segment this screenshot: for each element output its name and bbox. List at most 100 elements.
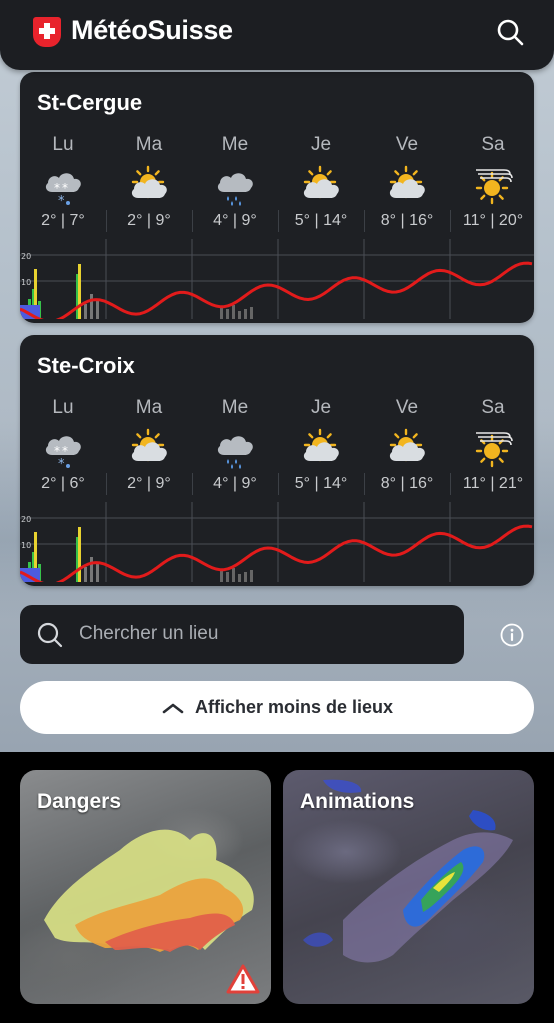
sun-wind-icon [470, 162, 516, 208]
day-temperature: 5° | 14° [294, 475, 348, 492]
app-header: MétéoSuisse [0, 0, 554, 70]
day-name: Me [221, 397, 249, 418]
day-temperature: 2° | 7° [41, 212, 85, 229]
precipitation-bar [238, 311, 241, 319]
svg-text:*: * [54, 444, 60, 458]
day-label: Ve [364, 134, 450, 156]
location-card[interactable]: St-Cergue Lu * * * 2° | 7° Ma 2° | 9° Me 4° | 9°… [20, 72, 534, 323]
dangers-title: Dangers [37, 790, 122, 813]
day-temperature: 2° | 6° [41, 475, 85, 492]
chart-y-tick: 10 [21, 278, 31, 287]
precipitation-bar [226, 309, 229, 319]
day-divider [106, 210, 107, 232]
day-name: Ma [135, 134, 163, 155]
day-name: Lu [52, 397, 74, 418]
show-fewer-locations-button[interactable]: Afficher moins de lieux [20, 681, 534, 734]
location-name: St-Cergue [37, 90, 143, 115]
day-name: Je [310, 134, 332, 155]
animations-tile[interactable]: Animations [283, 770, 534, 1004]
precipitation-bar [220, 307, 223, 319]
show-fewer-label: Afficher moins de lieux [194, 697, 394, 717]
day-temperature: 11° | 20° [462, 212, 524, 229]
day-temperature: 2° | 9° [127, 212, 171, 229]
precipitation-bar [244, 572, 247, 582]
snow-cloud-icon: * * * [40, 425, 86, 472]
precipitation-bar [90, 294, 93, 319]
search-icon [37, 622, 63, 648]
day-divider [364, 210, 365, 232]
chart-y-tick: 10 [21, 541, 31, 550]
day-temperature: 4° | 9° [213, 475, 257, 492]
precipitation-bar [96, 299, 99, 319]
swiss-flag-icon [33, 17, 61, 47]
app-title: MétéoSuisse [71, 15, 233, 45]
animations-title: Animations [300, 790, 415, 813]
svg-text:*: * [58, 194, 65, 208]
rain-cloud-icon [212, 162, 258, 208]
day-label: Ve [364, 397, 450, 419]
sun-cloud-icon [384, 425, 430, 471]
day-label: Lu [20, 397, 106, 419]
sun-cloud-icon [126, 425, 172, 471]
precipitation-bar [90, 557, 93, 582]
sun-cloud-icon [384, 162, 430, 208]
day-divider [192, 210, 193, 232]
day-label: Je [278, 134, 364, 156]
day-temperature: 11° | 21° [462, 475, 524, 492]
day-name: Sa [481, 397, 505, 418]
day-name: Me [221, 134, 249, 155]
day-name: Ma [135, 397, 163, 418]
rain-cloud-icon [212, 425, 258, 471]
forecast-chart: 2010 [20, 239, 534, 319]
precipitation-bar [244, 309, 247, 319]
day-label: Sa [450, 134, 534, 156]
day-name: Je [310, 397, 332, 418]
day-temperature: 2° | 9° [127, 475, 171, 492]
day-divider [364, 473, 365, 495]
snow-cloud-icon: * * * [40, 162, 86, 209]
chart-y-tick: 20 [21, 252, 31, 261]
location-name: Ste-Croix [37, 353, 135, 378]
day-name: Lu [52, 134, 74, 155]
day-label: Ma [106, 134, 192, 156]
precipitation-bar [232, 568, 235, 582]
precipitation-bar [78, 527, 81, 582]
day-name: Sa [481, 134, 505, 155]
day-name: Ve [395, 134, 419, 155]
dangers-tile[interactable]: Dangers [20, 770, 271, 1004]
day-temperature: 5° | 14° [294, 212, 348, 229]
location-card[interactable]: Ste-Croix Lu * * * 2° | 6° Ma 2° | 9° Me 4° | 9°… [20, 335, 534, 586]
precipitation-bar [250, 570, 253, 582]
chart-y-tick: 20 [21, 515, 31, 524]
svg-text:*: * [62, 181, 68, 195]
day-temperature: 8° | 16° [380, 212, 434, 229]
search-placeholder: Chercher un lieu [79, 623, 219, 644]
svg-text:*: * [62, 444, 68, 458]
warning-icon [226, 964, 260, 994]
day-label: Ma [106, 397, 192, 419]
day-label: Je [278, 397, 364, 419]
info-icon[interactable] [500, 623, 524, 647]
svg-text:*: * [54, 181, 60, 195]
precipitation-bar [78, 264, 81, 319]
day-divider [278, 473, 279, 495]
day-temperature: 4° | 9° [213, 212, 257, 229]
day-divider [278, 210, 279, 232]
search-icon[interactable] [496, 18, 526, 48]
svg-text:*: * [58, 457, 65, 471]
day-label: Me [192, 134, 278, 156]
sun-cloud-icon [298, 425, 344, 471]
day-divider [192, 473, 193, 495]
sun-wind-icon [470, 425, 516, 471]
location-search-field[interactable]: Chercher un lieu [20, 605, 464, 664]
precipitation-bar [84, 567, 87, 582]
sun-cloud-icon [298, 162, 344, 208]
precipitation-bar [226, 572, 229, 582]
precipitation-bar [250, 307, 253, 319]
precipitation-bar [96, 562, 99, 582]
day-divider [450, 473, 451, 495]
precipitation-bar [232, 305, 235, 319]
day-temperature: 8° | 16° [380, 475, 434, 492]
forecast-chart: 2010 [20, 502, 534, 582]
day-divider [450, 210, 451, 232]
